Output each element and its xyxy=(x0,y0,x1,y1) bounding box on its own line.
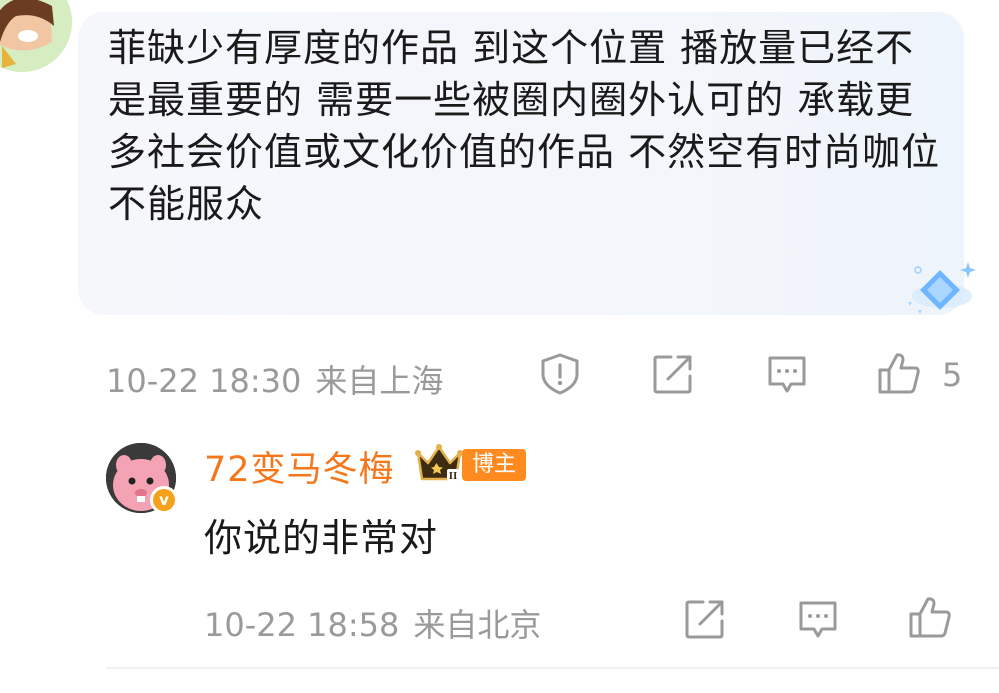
comment-icon[interactable] xyxy=(765,352,809,396)
comment-meta: 10-22 18:30 来自上海 xyxy=(106,356,443,402)
crown-icon: II xyxy=(414,443,464,485)
reply-like-icon[interactable] xyxy=(908,594,952,638)
comment-text: 菲缺少有厚度的作品 到这个位置 播放量已经不是最重要的 需要一些被圈内圈外认可的… xyxy=(108,26,941,226)
reply-comment-icon[interactable] xyxy=(796,597,840,641)
reply-text: 你说的非常对 xyxy=(204,516,439,560)
reply-username[interactable]: 72变马冬梅 xyxy=(204,441,395,492)
crown-level: II xyxy=(449,470,458,482)
blogger-badge: 博主 xyxy=(462,449,527,481)
commenter-avatar[interactable] xyxy=(0,0,72,72)
divider xyxy=(106,667,999,669)
comment-location: 来自上海 xyxy=(315,362,444,400)
report-shield-icon[interactable] xyxy=(538,352,582,396)
like-count: 5 xyxy=(942,356,963,394)
like-icon[interactable] xyxy=(877,350,921,394)
diamond-sticker-icon xyxy=(904,258,984,320)
reply-meta: 10-22 18:58 来自北京 xyxy=(204,600,541,646)
reply-date: 10-22 18:58 xyxy=(204,606,400,644)
reply-location: 来自北京 xyxy=(413,606,542,644)
share-icon[interactable] xyxy=(651,352,695,396)
reply-share-icon[interactable] xyxy=(683,597,727,641)
verified-badge: v xyxy=(150,486,178,514)
comment-date: 10-22 18:30 xyxy=(106,362,302,400)
